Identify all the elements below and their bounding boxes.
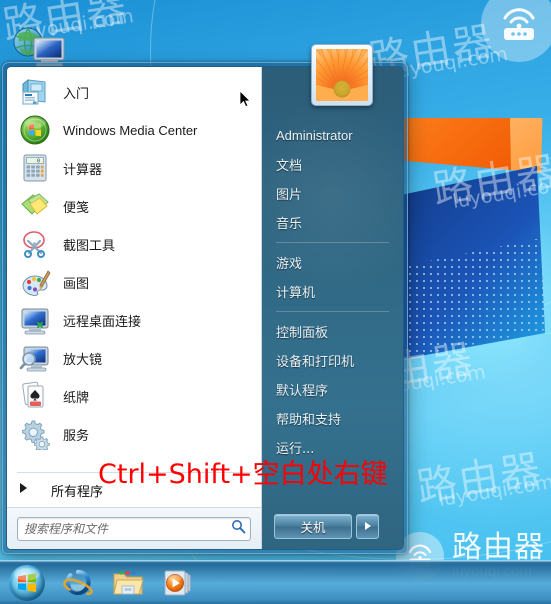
sticky-notes-icon	[21, 193, 49, 215]
start-item-magnifier[interactable]: 放大镜	[7, 339, 261, 377]
start-menu-right-panel: Administrator 文档 图片 音乐 游戏 计算机 控制面板 设备和打印…	[232, 67, 403, 549]
right-item-label: 计算机	[276, 286, 316, 301]
start-menu: 入门 Windows Media Center 0 计算器 便笺 截图工具 画图…	[2, 62, 408, 554]
wallpaper-watermark-cn: 路由器	[413, 446, 546, 512]
start-item-services[interactable]: 服务	[7, 415, 261, 453]
right-item-label: 运行...	[276, 442, 315, 457]
avatar-image	[316, 49, 368, 101]
right-item-computer[interactable]: 计算机	[262, 277, 403, 306]
right-panel-separator	[276, 311, 389, 312]
chevron-right-icon	[19, 481, 37, 499]
taskbar-windows-media-player[interactable]	[156, 564, 200, 602]
start-item-label: 便笺	[63, 200, 90, 216]
magnifier-icon	[19, 346, 49, 372]
right-item-user-name[interactable]: Administrator	[262, 121, 403, 150]
getting-started-icon	[22, 78, 46, 106]
right-item-label: 音乐	[276, 217, 303, 232]
all-programs-button[interactable]: 所有程序	[7, 473, 261, 507]
right-item-label: 设备和打印机	[276, 355, 355, 370]
start-item-label: 纸牌	[63, 390, 90, 406]
user-name-label: Administrator	[276, 128, 353, 143]
paint-icon	[22, 270, 51, 297]
calculator-icon: 0	[23, 154, 47, 182]
right-item-control-panel[interactable]: 控制面板	[262, 317, 403, 346]
right-item-music[interactable]: 音乐	[262, 208, 403, 237]
chevron-right-icon	[364, 518, 372, 536]
search-input[interactable]	[24, 521, 231, 536]
start-item-remote-desktop[interactable]: 远程桌面连接	[7, 301, 261, 339]
right-item-games[interactable]: 游戏	[262, 248, 403, 277]
user-avatar[interactable]	[311, 44, 373, 106]
search-icon	[231, 519, 246, 539]
start-item-label: 计算器	[63, 162, 103, 178]
start-item-calculator[interactable]: 0 计算器	[7, 149, 261, 187]
shutdown-row: 关机	[262, 514, 403, 549]
svg-text:0: 0	[37, 159, 40, 165]
program-list: 入门 Windows Media Center 0 计算器 便笺 截图工具 画图…	[7, 67, 261, 471]
start-item-label: 远程桌面连接	[63, 314, 142, 330]
right-item-label: 默认程序	[276, 384, 329, 399]
start-item-label: 入门	[63, 86, 90, 102]
taskbar-internet-explorer[interactable]	[56, 564, 100, 602]
right-item-devices-and-printers[interactable]: 设备和打印机	[262, 346, 403, 375]
avatar-frame	[311, 44, 373, 106]
taskbar-windows-explorer[interactable]	[106, 564, 150, 602]
start-item-snipping-tool[interactable]: 截图工具	[7, 225, 261, 263]
search-box[interactable]	[17, 516, 251, 541]
services-icon	[22, 420, 50, 450]
wallpaper-watermark-en: luyouqi.com	[390, 43, 510, 83]
start-button[interactable]	[4, 564, 50, 602]
orange-flower-avatar	[316, 49, 368, 101]
right-item-label: 文档	[276, 159, 303, 174]
start-item-label: 服务	[63, 428, 90, 444]
desktop: 路由器 luyouqi.com 路由器 luyouqi.com 路由器 luyo…	[0, 0, 551, 604]
start-item-label: Windows Media Center	[63, 122, 198, 138]
snipping-tool-icon	[23, 231, 45, 258]
right-item-label: 帮助和支持	[276, 413, 342, 428]
wallpaper-watermark-cn: 路由器	[429, 148, 551, 214]
right-item-label: 游戏	[276, 257, 303, 272]
wallpaper-watermark-en: luyouqi.com	[450, 173, 551, 213]
remote-desktop-icon	[21, 308, 49, 335]
start-item-getting-started[interactable]: 入门	[7, 73, 261, 111]
windows-media-center-icon	[20, 115, 50, 145]
shutdown-label: 关机	[300, 520, 326, 535]
right-item-label: 控制面板	[276, 326, 329, 341]
windows-start-orb	[9, 564, 45, 601]
start-menu-inner: 入门 Windows Media Center 0 计算器 便笺 截图工具 画图…	[6, 66, 404, 550]
right-item-help-and-support[interactable]: 帮助和支持	[262, 404, 403, 433]
windows-explorer-icon	[113, 571, 144, 594]
search-area	[7, 507, 261, 549]
right-item-documents[interactable]: 文档	[262, 150, 403, 179]
start-item-windows-media-center[interactable]: Windows Media Center	[7, 111, 261, 149]
wallpaper-watermark-en: luyouqi.com	[436, 471, 551, 511]
right-item-run[interactable]: 运行...	[262, 433, 403, 462]
start-item-paint[interactable]: 画图	[7, 263, 261, 301]
internet-explorer-icon	[63, 569, 93, 595]
start-item-label: 画图	[63, 276, 90, 292]
solitaire-icon	[22, 381, 44, 408]
router-badge-icon	[481, 0, 551, 62]
start-item-label: 放大镜	[63, 352, 103, 368]
taskbar	[0, 560, 551, 604]
start-item-solitaire[interactable]: 纸牌	[7, 377, 261, 415]
start-item-sticky-notes[interactable]: 便笺	[7, 187, 261, 225]
shutdown-options-button[interactable]	[356, 514, 379, 539]
right-item-pictures[interactable]: 图片	[262, 179, 403, 208]
all-programs-label: 所有程序	[51, 484, 104, 500]
right-panel-separator	[276, 242, 389, 243]
shutdown-button[interactable]: 关机	[274, 514, 352, 539]
right-item-default-programs[interactable]: 默认程序	[262, 375, 403, 404]
brand-name-cn: 路由器	[452, 529, 545, 565]
start-menu-left-panel: 入门 Windows Media Center 0 计算器 便笺 截图工具 画图…	[7, 67, 262, 549]
right-item-label: 图片	[276, 188, 303, 203]
start-item-label: 截图工具	[63, 238, 116, 254]
windows-media-player-icon	[164, 570, 191, 595]
